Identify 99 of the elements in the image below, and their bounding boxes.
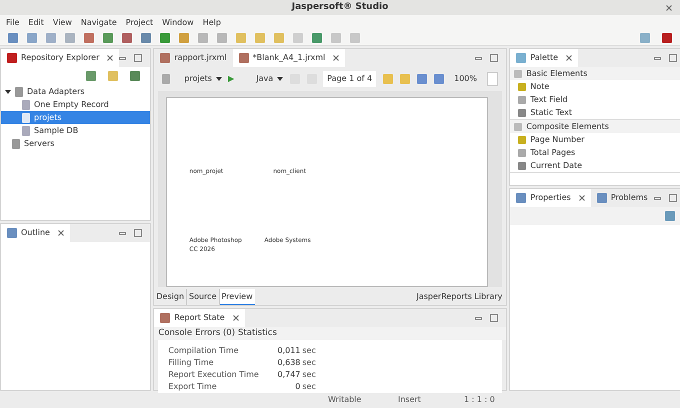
library-label: JasperReports Library	[416, 291, 504, 303]
minimize-button[interactable]	[475, 56, 482, 60]
tree-item[interactable]: Servers	[1, 137, 150, 150]
toolbar-icon[interactable]	[6, 30, 20, 44]
stat-label: Report Execution Time	[168, 369, 260, 382]
view-icon	[7, 228, 17, 238]
toolbar-icon[interactable]	[44, 30, 58, 44]
stat-unit: sec	[302, 357, 316, 370]
menu-item[interactable]: View	[52, 16, 72, 28]
tree-item[interactable]: Sample DB	[1, 124, 150, 137]
section-icon	[514, 122, 522, 130]
palette-item[interactable]: Page Number	[510, 133, 680, 146]
toolbar-icon[interactable]	[139, 30, 153, 44]
stat-value: 0,747	[276, 369, 300, 382]
view-icon	[7, 53, 17, 63]
view-tab[interactable]: Report State	[154, 309, 245, 327]
view-icon	[516, 53, 526, 63]
window-title: Jaspersoft® Studio	[292, 0, 388, 14]
maximize-button[interactable]	[490, 314, 498, 322]
expand-arrow-icon[interactable]	[5, 88, 11, 94]
palette-section-header[interactable]: Basic Elements	[510, 67, 680, 80]
close-icon[interactable]	[107, 55, 114, 61]
stat-value: 0,011	[276, 345, 300, 358]
palette-item[interactable]: Current Date	[510, 159, 680, 172]
adapter-dropdown[interactable]: projets	[184, 73, 222, 85]
menu-item[interactable]: Project	[126, 16, 154, 28]
toolbar-icon[interactable]	[196, 30, 210, 44]
editor-mode-tab[interactable]: Preview	[220, 289, 255, 305]
view-icon	[238, 53, 249, 63]
console-tab[interactable]: Errors (0)	[195, 327, 236, 340]
maximize-button[interactable]	[134, 229, 142, 237]
maximize-button[interactable]	[668, 54, 677, 62]
menu-item[interactable]: Help	[202, 16, 221, 28]
status-text: 1 : 1 : 0	[464, 394, 496, 406]
toolbar-icon[interactable]	[215, 30, 229, 44]
view-tab[interactable]: Outline	[1, 224, 70, 242]
toolbar-icon[interactable]	[82, 30, 96, 44]
page-field[interactable]: Page 1 of 4	[323, 71, 376, 87]
section-icon	[514, 70, 522, 78]
view-icon	[596, 193, 607, 203]
minimize-button[interactable]	[475, 316, 482, 320]
view-tab[interactable]: Palette	[510, 49, 578, 67]
tree-item[interactable]: Data Adapters	[1, 85, 150, 98]
toolbar-icon[interactable]	[25, 30, 39, 44]
console-tab[interactable]: Statistics	[238, 327, 277, 340]
stat-value: 0	[294, 381, 300, 394]
palette-item[interactable]: Note	[510, 80, 680, 93]
close-icon[interactable]	[566, 55, 572, 61]
tree-item[interactable]: projets	[1, 111, 150, 124]
minimize-button[interactable]	[654, 196, 661, 200]
stat-label: Compilation Time	[168, 345, 240, 358]
palette-section-header[interactable]: Composite Elements	[510, 120, 680, 133]
stat-label: Export Time	[168, 381, 218, 394]
status-text: Writable	[328, 394, 362, 406]
menu-item[interactable]: File	[6, 16, 20, 28]
stat-unit: sec	[302, 345, 316, 358]
language-dropdown[interactable]: Java	[256, 73, 284, 85]
toolbar-icon[interactable]	[158, 30, 172, 44]
minimize-button[interactable]	[119, 56, 126, 60]
toolbar-icon[interactable]	[101, 30, 115, 44]
close-icon[interactable]	[666, 4, 672, 10]
palette-item[interactable]: Total Pages	[510, 146, 680, 159]
stat-unit: sec	[302, 381, 316, 394]
toolbar-icon[interactable]	[310, 30, 324, 44]
stat-unit: sec	[302, 369, 316, 382]
minimize-button[interactable]	[654, 56, 661, 60]
palette-item[interactable]: Text Field	[510, 93, 680, 106]
menu-item[interactable]: Navigate	[80, 16, 117, 28]
view-icon	[160, 313, 170, 323]
toolbar-icon[interactable]	[120, 30, 134, 44]
view-icon	[516, 193, 526, 203]
palette-item[interactable]: Static Text	[510, 106, 680, 119]
status-text: Insert	[398, 394, 422, 406]
stat-label: Filling Time	[168, 357, 215, 370]
close-icon[interactable]	[578, 195, 585, 201]
caret-icon	[277, 76, 284, 82]
menu-item[interactable]: Window	[162, 16, 194, 28]
editor-mode-tab[interactable]: Design	[154, 289, 188, 305]
view-tab[interactable]: Properties	[510, 189, 591, 207]
view-tab[interactable]: *Blank_A4_1.jrxml	[232, 49, 346, 67]
view-tab[interactable]: Repository Explorer	[1, 49, 120, 67]
close-icon[interactable]	[333, 55, 340, 61]
close-icon[interactable]	[232, 315, 239, 321]
menu-item[interactable]: Edit	[28, 16, 44, 28]
zoom-level[interactable]: 100%	[450, 73, 481, 85]
maximize-button[interactable]	[490, 54, 498, 62]
export-button[interactable]	[487, 72, 498, 86]
maximize-button[interactable]	[668, 194, 677, 202]
maximize-button[interactable]	[134, 54, 142, 62]
run-icon[interactable]	[228, 75, 234, 83]
caret-icon	[216, 76, 222, 82]
tree-item[interactable]: One Empty Record	[1, 98, 150, 111]
toolbar-icon[interactable]	[63, 30, 77, 44]
close-icon[interactable]	[58, 230, 64, 236]
view-icon	[160, 53, 170, 63]
stat-value: 0,638	[276, 357, 300, 370]
toolbar-icon[interactable]	[177, 30, 191, 44]
minimize-button[interactable]	[119, 232, 126, 234]
console-tab[interactable]: Console	[158, 327, 192, 340]
